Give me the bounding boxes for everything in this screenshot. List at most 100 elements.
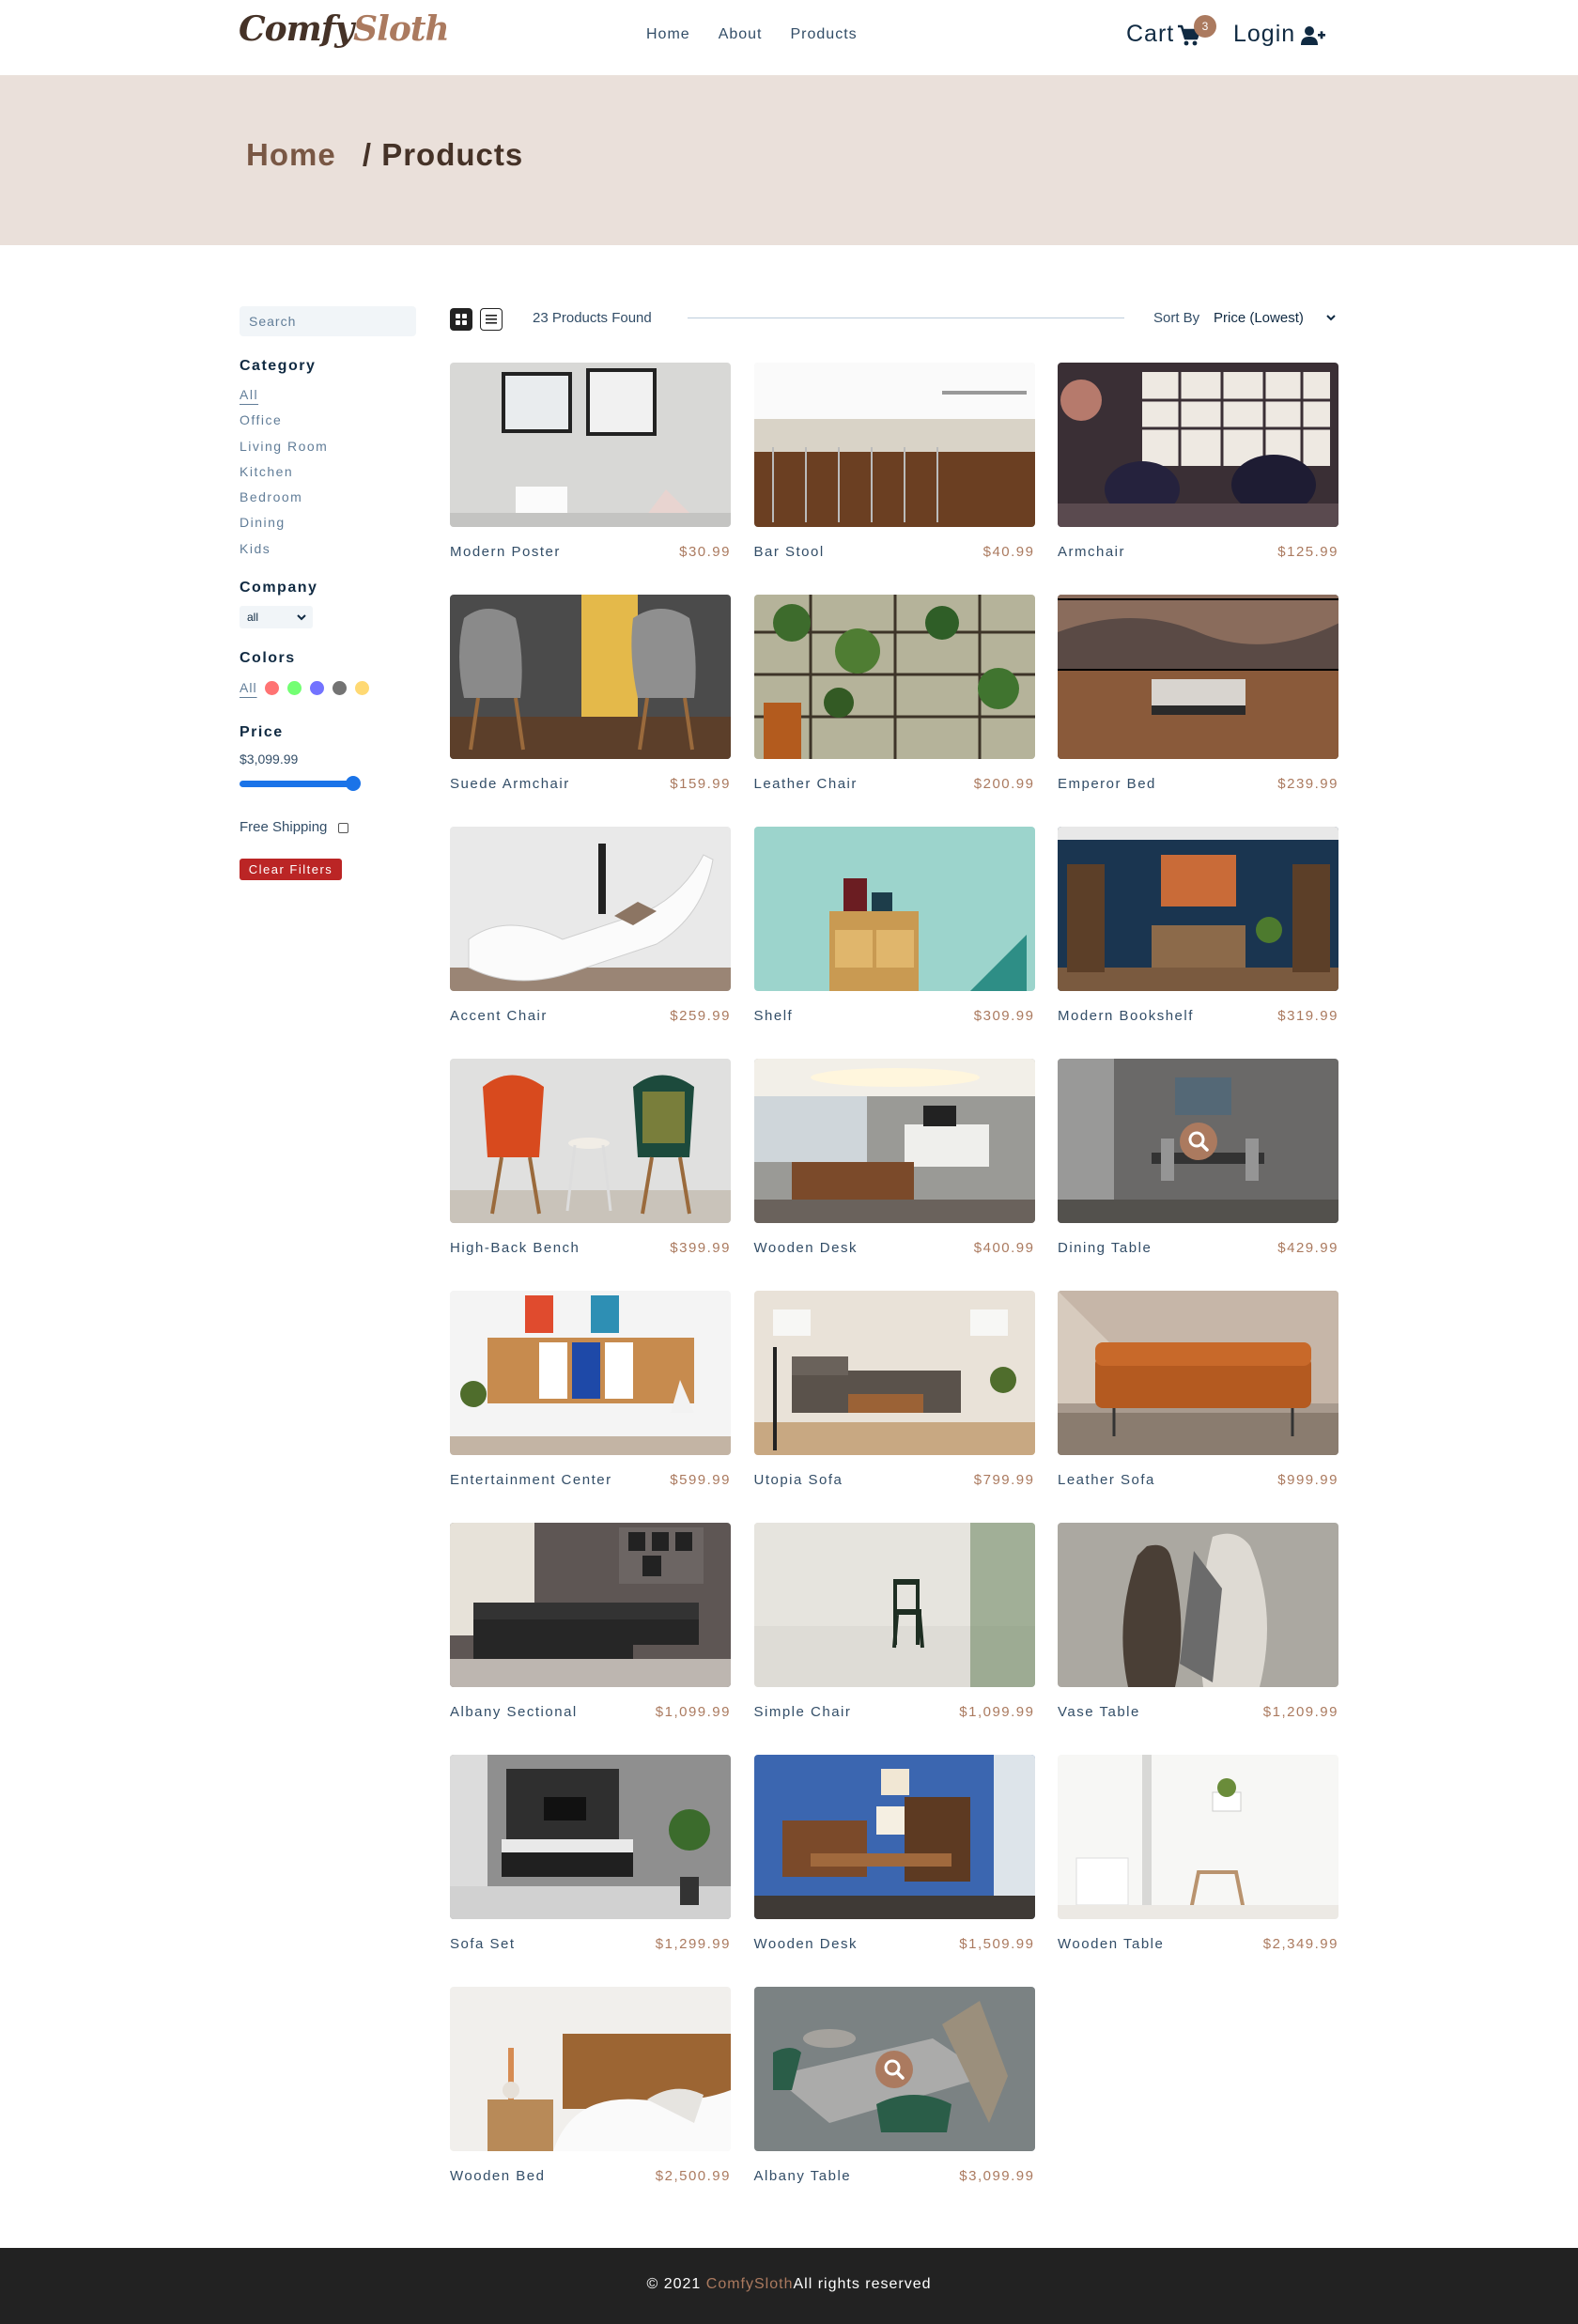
product-image[interactable] [753,1291,1035,1455]
product-price: $239.99 [1277,776,1338,792]
product-footer: Entertainment Center $599.99 [450,1455,731,1493]
product-card[interactable]: Modern Bookshelf $319.99 [1058,827,1338,1029]
color-swatch-blue[interactable] [309,680,324,695]
product-price: $259.99 [670,1008,731,1024]
product-price: $2,500.99 [655,2168,731,2184]
product-name: Simple Chair [753,1704,852,1720]
product-footer: Emperor Bed $239.99 [1058,759,1338,797]
product-footer: Leather Sofa $999.99 [1058,1455,1338,1493]
product-card[interactable]: Sofa Set $1,299.99 [450,1755,731,1957]
product-card[interactable]: Simple Chair $1,099.99 [753,1523,1035,1725]
product-price: $200.99 [973,776,1035,792]
breadcrumb-home-link[interactable]: Home [246,137,336,172]
product-card[interactable]: Entertainment Center $599.99 [450,1291,731,1493]
product-image[interactable] [753,1059,1035,1223]
nav-home-link[interactable]: Home [646,26,690,43]
product-card[interactable]: Vase Table $1,209.99 [1058,1523,1338,1725]
color-swatch-yellow[interactable] [354,680,369,695]
product-card[interactable]: Albany Sectional $1,099.99 [450,1523,731,1725]
product-card[interactable]: Wooden Bed $2,500.99 [450,1987,731,2189]
product-footer: Shelf $309.99 [754,991,1035,1029]
product-card[interactable]: Shelf $309.99 [753,827,1035,1029]
color-swatch-green[interactable] [286,680,302,695]
list-view-button[interactable] [480,308,503,331]
category-dining[interactable]: Dining [240,513,328,538]
product-card[interactable]: Leather Chair $200.99 [753,595,1035,797]
product-card[interactable]: Emperor Bed $239.99 [1058,595,1338,797]
product-image[interactable] [1058,1059,1338,1223]
price-slider-track[interactable] [240,781,358,787]
search-icon[interactable] [1179,1122,1217,1160]
product-image[interactable] [1058,827,1338,991]
category-all[interactable]: All [240,385,328,411]
product-card[interactable]: Dining Table $429.99 [1058,1059,1338,1261]
user-plus-icon[interactable] [1301,25,1325,46]
product-image[interactable] [1058,595,1338,759]
logo[interactable]: ComfySloth [239,9,450,49]
product-name: Albany Sectional [450,1704,578,1720]
product-price: $1,099.99 [655,1704,731,1720]
product-card[interactable]: Armchair $125.99 [1058,363,1338,565]
footer-copyright: © 2021 [646,2276,702,2292]
footer-text: © 2021 ComfySlothAll rights reserved [0,2276,1578,2293]
logo-part-1: Comfy [239,9,354,49]
clear-filters-button[interactable]: Clear Filters [240,859,342,880]
product-footer: High-Back Bench $399.99 [450,1223,731,1261]
category-kitchen[interactable]: Kitchen [240,462,328,488]
product-card[interactable]: Utopia Sofa $799.99 [753,1291,1035,1493]
product-card[interactable]: Albany Table $3,099.99 [753,1987,1035,2189]
product-name: Wooden Bed [450,2168,546,2184]
product-name: Emperor Bed [1058,776,1156,792]
product-card[interactable]: Suede Armchair $159.99 [450,595,731,797]
product-card[interactable]: Wooden Desk $1,509.99 [753,1755,1035,1957]
product-image[interactable] [1058,1291,1338,1455]
price-slider-thumb[interactable] [346,776,361,791]
category-living-room[interactable]: Living Room [240,437,328,462]
product-card[interactable]: Bar Stool $40.99 [753,363,1035,565]
free-shipping-checkbox[interactable] [338,823,348,833]
color-all-button[interactable]: All [240,680,257,695]
nav-products-link[interactable]: Products [791,26,858,43]
product-image[interactable] [450,595,731,759]
cart-button[interactable]: Cart [1126,21,1174,48]
product-image[interactable] [450,1291,731,1455]
product-card[interactable]: Modern Poster $30.99 [450,363,731,565]
product-image[interactable] [450,1987,731,2151]
product-image[interactable] [753,595,1035,759]
login-button[interactable]: Login [1233,21,1295,48]
products-count: 23 Products Found [533,310,652,326]
product-image[interactable] [450,827,731,991]
product-card[interactable]: High-Back Bench $399.99 [450,1059,731,1261]
category-office[interactable]: Office [240,411,328,436]
product-image[interactable] [1058,363,1338,527]
color-swatch-red[interactable] [264,680,279,695]
product-image[interactable] [753,363,1035,527]
sort-label: Sort By [1153,310,1200,326]
product-name: Modern Bookshelf [1058,1008,1194,1024]
product-image[interactable] [450,1755,731,1919]
nav-about-link[interactable]: About [719,26,763,43]
category-bedroom[interactable]: Bedroom [240,488,328,513]
product-image[interactable] [450,1523,731,1687]
product-card[interactable]: Accent Chair $259.99 [450,827,731,1029]
company-select[interactable]: all [240,606,313,628]
product-image[interactable] [1058,1523,1338,1687]
product-image[interactable] [450,1059,731,1223]
category-kids[interactable]: Kids [240,539,328,565]
product-card[interactable]: Wooden Table $2,349.99 [1058,1755,1338,1957]
product-card[interactable]: Leather Sofa $999.99 [1058,1291,1338,1493]
product-image[interactable] [753,827,1035,991]
product-image[interactable] [753,1987,1035,2151]
product-image[interactable] [450,363,731,527]
product-image[interactable] [753,1755,1035,1919]
colors-title: Colors [240,650,296,666]
product-card[interactable]: Wooden Desk $400.99 [753,1059,1035,1261]
product-name: Sofa Set [450,1936,516,1952]
search-icon[interactable] [875,2050,913,2088]
product-image[interactable] [753,1523,1035,1687]
color-swatch-black[interactable] [332,680,347,695]
grid-view-button[interactable] [450,308,472,331]
sort-select[interactable]: Price (Lowest) [1214,307,1339,330]
search-input[interactable] [240,306,416,336]
product-image[interactable] [1058,1755,1338,1919]
